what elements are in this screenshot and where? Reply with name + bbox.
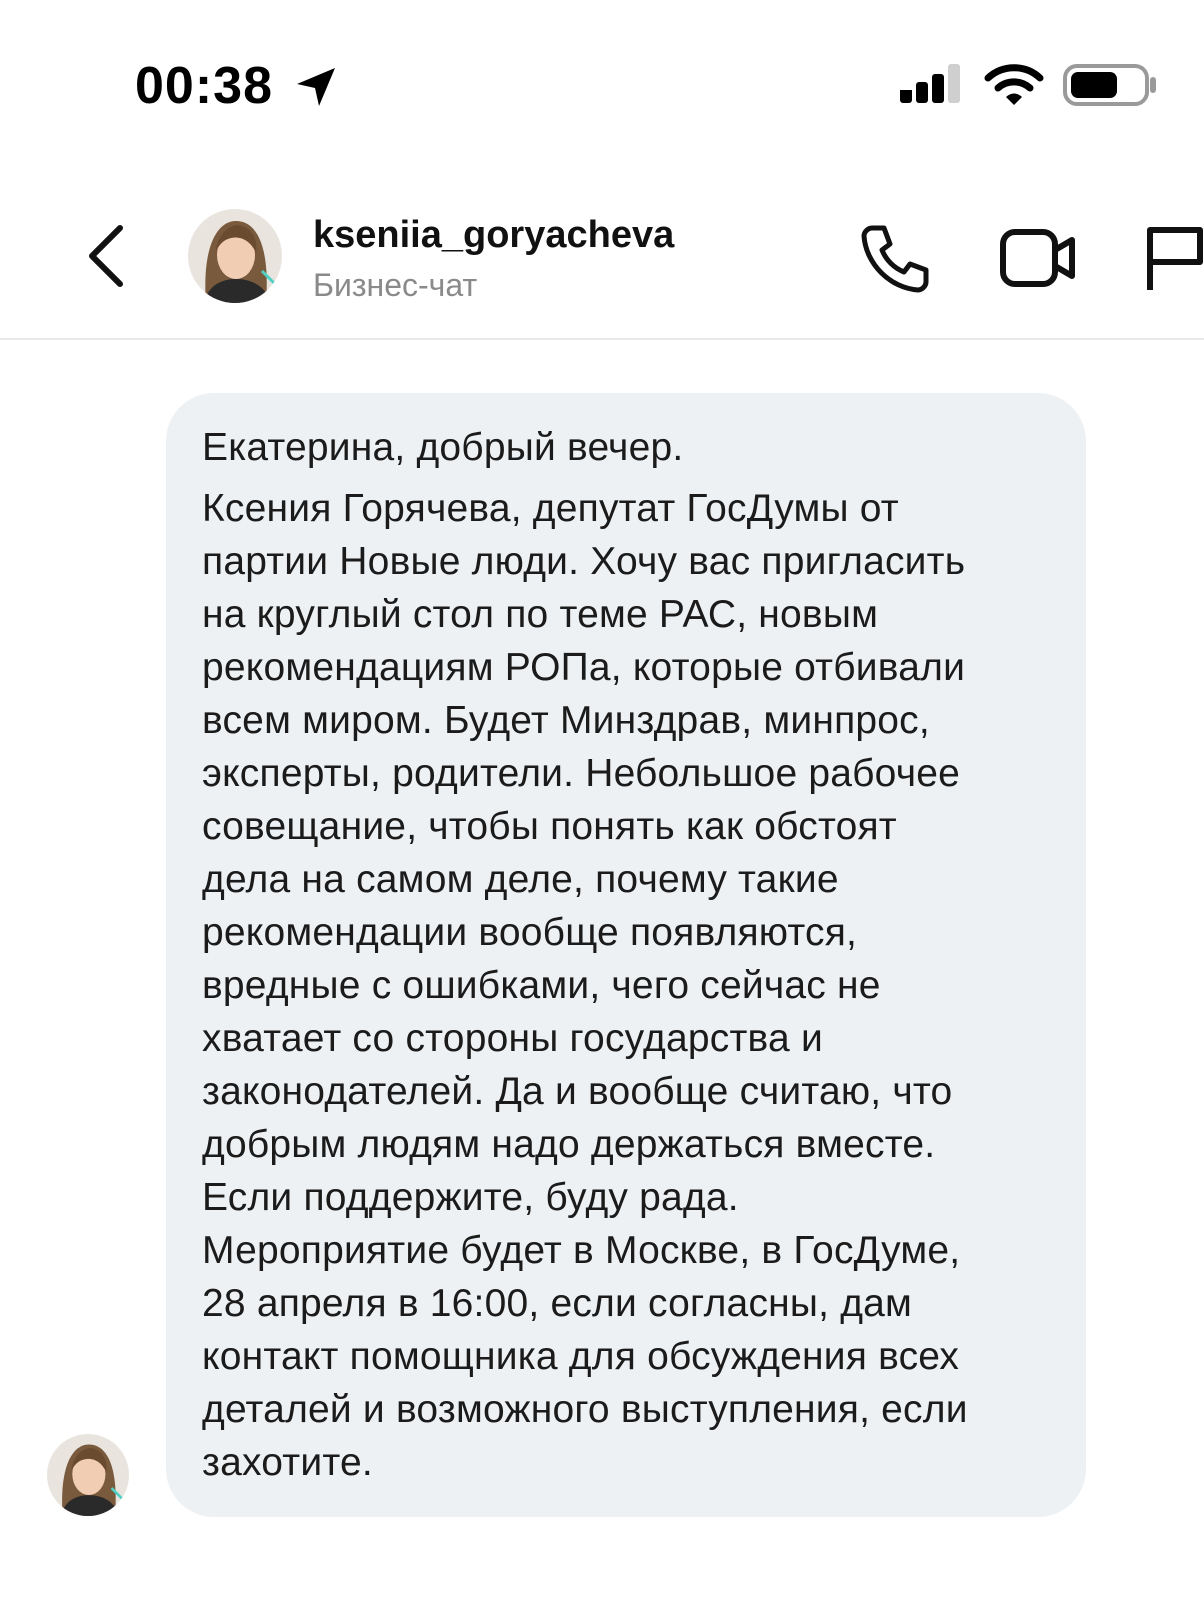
message-line: захотите. (202, 1441, 373, 1484)
chat-header: kseniia_goryacheva Бизнес-чат (0, 170, 1204, 340)
back-chevron-icon (89, 225, 123, 287)
location-arrow-icon (293, 64, 339, 110)
message-bubble[interactable]: Екатерина, добрый вечер. Ксения Горячева… (166, 393, 1086, 1517)
message-line: Если поддержите, буду рада. (202, 1176, 739, 1219)
message-line: рекомендациям РОПа, которые отбивали (202, 646, 966, 689)
message-line: Ксения Горячева, депутат ГосДумы от (202, 487, 899, 530)
message-line: на круглый стол по теме РАС, новым (202, 593, 879, 636)
message-line: добрым людям надо держаться вместе. (202, 1123, 936, 1166)
message-line: совещание, чтобы понять как обстоят (202, 805, 897, 848)
call-button[interactable] (858, 220, 934, 296)
back-button[interactable] (78, 220, 138, 292)
phone-icon (861, 225, 929, 293)
profile-photo-icon (188, 209, 282, 303)
profile-photo-icon (47, 1434, 129, 1516)
message-line: рекомендации вообще появляются, (202, 911, 858, 954)
flag-icon (1147, 227, 1203, 290)
message-line: партии Новые люди. Хочу вас пригласить (202, 540, 966, 583)
message-line: вредные с ошибками, чего сейчас не (202, 964, 881, 1007)
flag-button[interactable] (1140, 222, 1204, 294)
video-call-button[interactable] (998, 222, 1078, 294)
message-line: контакт помощника для обсуждения всех (202, 1335, 960, 1378)
date-separator (560, 332, 710, 348)
message-line: деталей и возможного выступления, если (202, 1388, 968, 1431)
status-time: 00:38 (135, 57, 273, 115)
contact-name[interactable]: kseniia_goryacheva (313, 214, 674, 257)
message-line: Екатерина, добрый вечер. (202, 426, 684, 469)
message-line: 28 апреля в 16:00, если согласны, дам (202, 1282, 913, 1325)
message-line: законодателей. Да и вообще считаю, что (202, 1070, 953, 1113)
wifi-icon (984, 62, 1044, 108)
message-line: дела на самом деле, почему такие (202, 858, 839, 901)
video-camera-icon (1000, 229, 1075, 287)
message-line: Мероприятие будет в Москве, в ГосДуме, (202, 1229, 961, 1272)
status-bar: 00:38 (0, 0, 1204, 170)
message-line: эксперты, родители. Небольшое рабочее (202, 752, 961, 795)
sender-avatar[interactable] (47, 1434, 129, 1516)
battery-icon (1062, 62, 1158, 108)
message-line: всем миром. Будет Минздрав, минпрос, (202, 699, 930, 742)
chat-type-label: Бизнес-чат (313, 267, 478, 303)
message-line: хватает со стороны государства и (202, 1017, 823, 1060)
avatar[interactable] (188, 209, 282, 303)
cellular-signal-icon (898, 62, 966, 108)
